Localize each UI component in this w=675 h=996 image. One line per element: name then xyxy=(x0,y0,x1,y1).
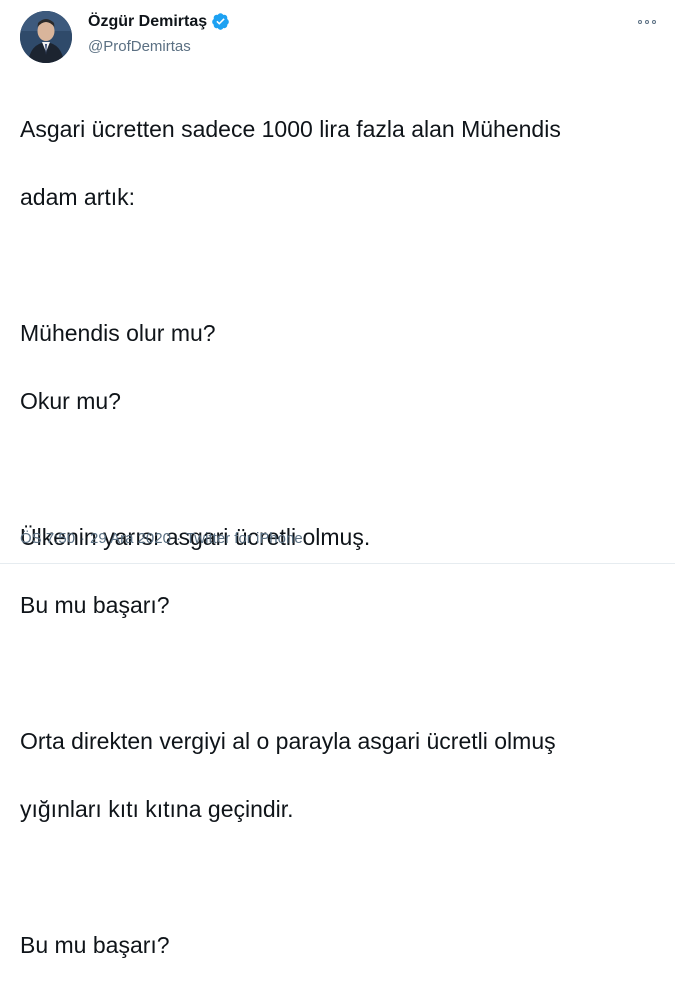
tweet-meta: ÖS 7:50 · 29 Ara 2020 · Twitter for iPho… xyxy=(20,530,303,547)
meta-separator: · xyxy=(175,530,181,547)
meta-separator: · xyxy=(80,530,86,547)
tweet-date-link[interactable]: 29 Ara 2020 xyxy=(90,530,171,547)
tweet-line: Orta direkten vergiyi al o parayla asgar… xyxy=(20,728,556,754)
author-handle[interactable]: @ProfDemirtas xyxy=(88,38,191,55)
tweet-line: Bu mu başarı? xyxy=(20,932,170,958)
tweet-line xyxy=(20,248,660,282)
more-options-icon[interactable] xyxy=(636,14,658,30)
tweet-source-link[interactable]: Twitter for iPhone xyxy=(186,530,303,547)
author-name-row: Özgür Demirtaş xyxy=(88,12,230,31)
tweet-card: Özgür Demirtaş @ProfDemirtas Asgari ücre… xyxy=(0,0,675,958)
tweet-date: 29 Ara 2020 xyxy=(90,530,171,547)
profile-photo-icon xyxy=(20,11,72,63)
tweet-line: Bu mu başarı? xyxy=(20,592,170,618)
tweet-line: Asgari ücretten sadece 1000 lira fazla a… xyxy=(20,116,561,142)
tweet-line: Okur mu? xyxy=(20,388,121,414)
tweet-line xyxy=(20,860,660,894)
tweet-time-link[interactable]: ÖS 7:50 xyxy=(20,530,75,547)
tweet-line: Mühendis olur mu? xyxy=(20,320,216,346)
divider xyxy=(0,563,675,564)
tweet-line xyxy=(20,656,660,690)
avatar[interactable] xyxy=(20,11,72,63)
tweet-line: adam artık: xyxy=(20,184,136,210)
verified-badge-icon xyxy=(211,12,230,31)
tweet-source: Twitter for iPhone xyxy=(185,530,303,547)
author-display-name[interactable]: Özgür Demirtaş xyxy=(88,13,207,31)
tweet-time: ÖS 7:50 xyxy=(20,530,76,547)
tweet-line: yığınları kıtı kıtına geçindir. xyxy=(20,796,294,822)
tweet-line xyxy=(20,452,660,486)
